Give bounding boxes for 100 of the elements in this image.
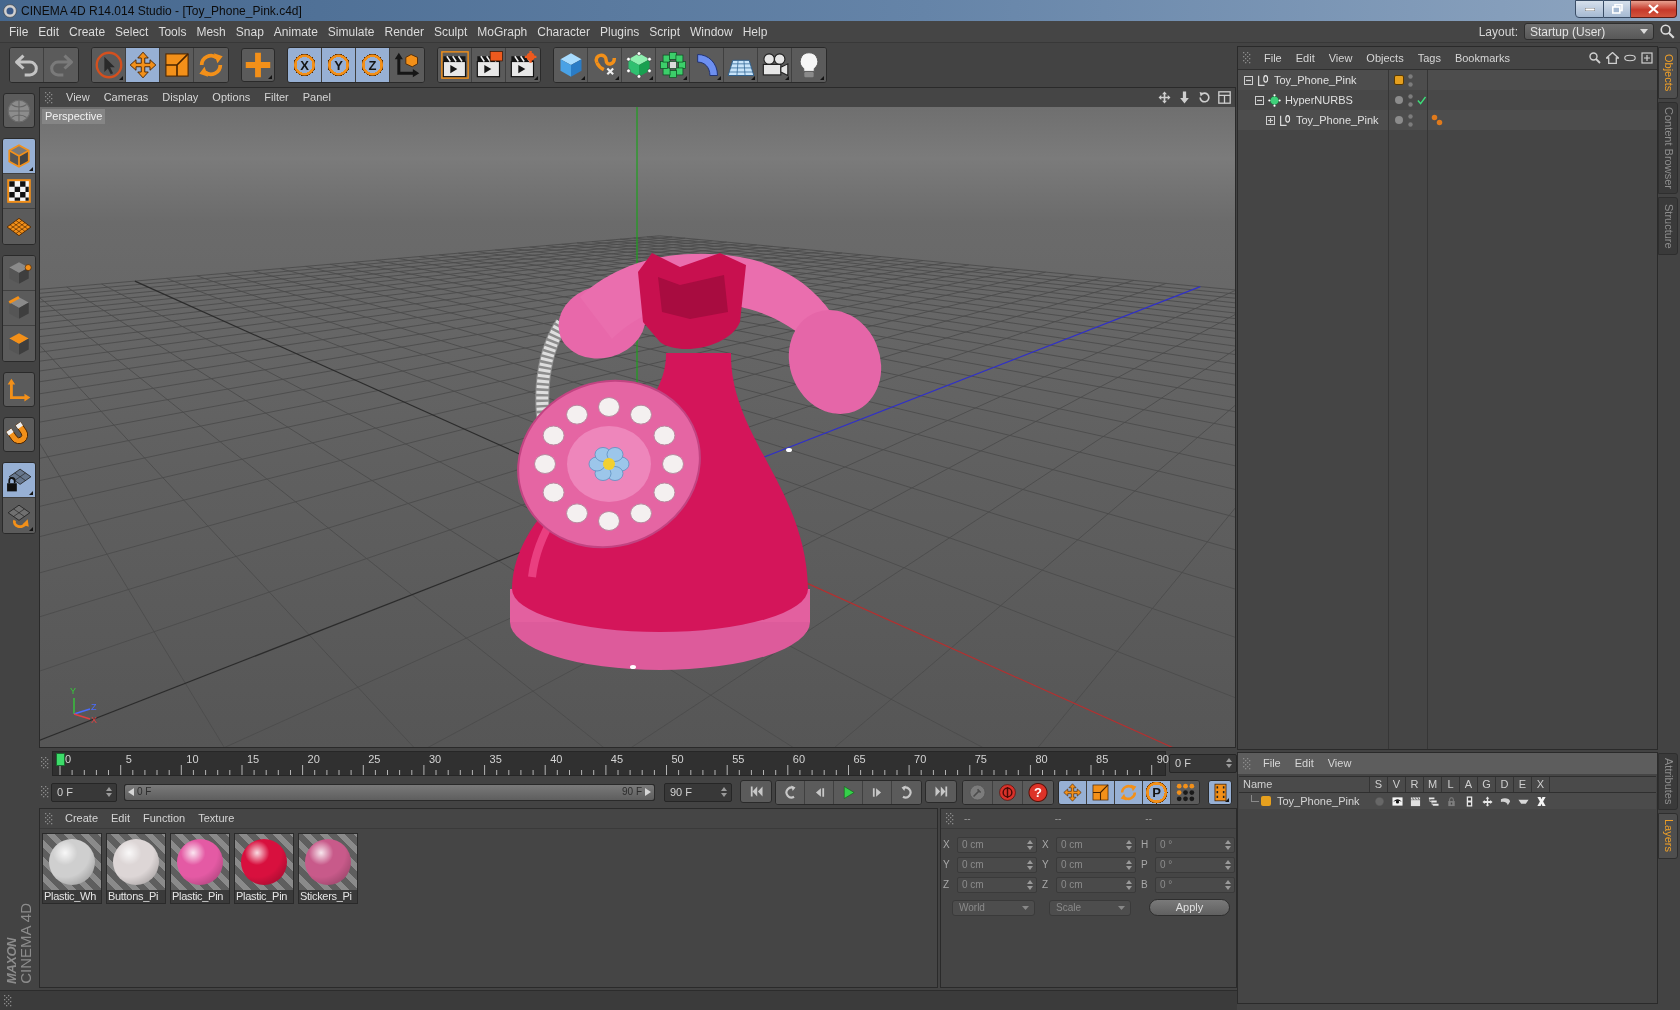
cross-icon[interactable] xyxy=(1535,795,1547,807)
layout-icon[interactable] xyxy=(1218,91,1231,104)
axis-button[interactable]: X xyxy=(288,48,322,82)
menu-item[interactable]: Animate xyxy=(268,25,323,38)
viewport-menu-item[interactable]: Panel xyxy=(302,92,331,103)
column-header[interactable]: G xyxy=(1478,777,1496,792)
viewport-menu-item[interactable]: Cameras xyxy=(103,92,149,103)
minimize-button[interactable] xyxy=(1575,0,1604,18)
layer-swatch-icon[interactable] xyxy=(1261,796,1271,806)
arrow-left-icon[interactable] xyxy=(128,788,134,796)
side-tab[interactable]: Content Browser xyxy=(1658,102,1678,194)
material-item[interactable]: Plastic_Wh xyxy=(42,833,102,904)
material-item[interactable]: Buttons_Pi xyxy=(106,833,166,904)
undo-button[interactable] xyxy=(10,48,44,82)
side-tab[interactable]: Objects xyxy=(1658,47,1678,99)
down-arrow-icon[interactable] xyxy=(1178,91,1191,104)
column-header[interactable]: M xyxy=(1424,777,1442,792)
object-menu-item[interactable]: Edit xyxy=(1295,52,1315,64)
clapperboard-icon[interactable] xyxy=(1409,795,1421,807)
menu-item[interactable]: Character xyxy=(532,25,595,38)
material-menu-item[interactable]: Function xyxy=(143,813,186,824)
tree-toggle-icon[interactable] xyxy=(1244,75,1253,85)
visibility-dots-icon[interactable] xyxy=(1408,73,1413,87)
record-key-button[interactable] xyxy=(963,780,993,804)
make-editable-button[interactable] xyxy=(3,93,35,128)
menu-item[interactable]: Help xyxy=(737,25,773,38)
spinner-arrows-icon[interactable] xyxy=(1126,860,1132,870)
object-menu-item[interactable]: Tags xyxy=(1417,52,1441,64)
move-button[interactable] xyxy=(126,48,160,82)
arrow-right-icon[interactable] xyxy=(645,788,651,796)
current-frame-field[interactable]: 0 F xyxy=(1169,753,1237,773)
material-menu-item[interactable]: Edit xyxy=(111,813,130,824)
spinner-arrows-icon[interactable] xyxy=(1225,840,1231,850)
spinner-arrows-icon[interactable] xyxy=(721,787,727,797)
viewport-menu-item[interactable]: View xyxy=(66,92,90,103)
viewport-menu-item[interactable]: Display xyxy=(162,92,199,103)
axis-mode-button[interactable] xyxy=(3,372,35,407)
first-button[interactable] xyxy=(740,779,772,803)
layout-dropdown[interactable]: Startup (User) xyxy=(1524,23,1654,40)
menu-item[interactable]: Script xyxy=(644,25,685,38)
object-row[interactable]: Toy_Phone_Pink xyxy=(1238,110,1657,130)
object-menu-item[interactable]: File xyxy=(1264,52,1282,64)
material-menu-item[interactable]: Texture xyxy=(198,813,235,824)
menu-item[interactable]: Tools xyxy=(153,25,192,38)
spinner-arrows-icon[interactable] xyxy=(1126,880,1132,890)
menu-item[interactable]: Edit xyxy=(33,25,65,38)
object-row[interactable]: Toy_Phone_Pink xyxy=(1238,70,1657,90)
start-frame-field[interactable]: 0 F xyxy=(51,782,117,802)
timeline-button[interactable] xyxy=(1208,779,1232,805)
model-button[interactable] xyxy=(3,139,35,174)
layer-menu-item[interactable]: View xyxy=(1327,758,1352,769)
spinner-arrows-icon[interactable] xyxy=(1225,880,1231,890)
prev-key-button[interactable] xyxy=(776,780,805,804)
playhead-marker[interactable] xyxy=(56,752,65,766)
workplane-lock-button[interactable] xyxy=(3,463,35,498)
move-arrows-icon[interactable] xyxy=(1158,91,1171,104)
search-icon[interactable] xyxy=(1660,24,1675,39)
spinner-arrows-icon[interactable] xyxy=(1027,840,1033,850)
close-button[interactable] xyxy=(1631,0,1677,18)
spinner-arrows-icon[interactable] xyxy=(1225,860,1231,870)
column-header[interactable]: R xyxy=(1406,777,1424,792)
rotate-icon[interactable] xyxy=(1198,91,1211,104)
cube-button[interactable] xyxy=(554,48,588,82)
axis-button[interactable]: Y xyxy=(322,48,356,82)
restore-button[interactable] xyxy=(1604,0,1631,18)
column-header[interactable]: V xyxy=(1388,777,1406,792)
visibility-dots-icon[interactable] xyxy=(1408,93,1413,107)
spinner-arrows-icon[interactable] xyxy=(1126,840,1132,850)
last-tool-button[interactable] xyxy=(241,48,275,82)
end-frame-field[interactable]: 90 F xyxy=(664,782,732,802)
side-tab[interactable]: Layers xyxy=(1658,813,1678,859)
spinner-arrows-icon[interactable] xyxy=(1027,880,1033,890)
side-tab[interactable]: Structure xyxy=(1658,197,1678,255)
new-window-icon[interactable] xyxy=(1641,52,1653,64)
menu-item[interactable]: Render xyxy=(379,25,429,38)
menu-item[interactable]: File xyxy=(4,25,34,38)
diamond-arrows-icon[interactable] xyxy=(1481,795,1493,807)
menu-item[interactable]: Plugins xyxy=(594,25,645,38)
rotation-button[interactable] xyxy=(1115,780,1143,804)
menu-item[interactable]: Sculpt xyxy=(428,25,473,38)
apply-button[interactable]: Apply xyxy=(1149,899,1230,916)
dot-icon[interactable] xyxy=(1373,795,1385,807)
viewport-menu-item[interactable]: Options xyxy=(212,92,251,103)
hierarchy-icon[interactable] xyxy=(1427,795,1439,807)
snap-button[interactable] xyxy=(3,417,35,452)
layer-menu-item[interactable]: Edit xyxy=(1294,758,1314,769)
material-menu-item[interactable]: Create xyxy=(65,813,99,824)
select-button[interactable] xyxy=(92,48,126,82)
layer-swatch-icon[interactable] xyxy=(1394,75,1404,85)
tree-toggle-icon[interactable] xyxy=(1255,95,1264,105)
material-item[interactable]: Plastic_Pin xyxy=(170,833,230,904)
render-view-button[interactable] xyxy=(438,48,472,82)
home-icon[interactable] xyxy=(1606,52,1619,64)
scale-button[interactable] xyxy=(1087,780,1115,804)
axis-button[interactable]: Z xyxy=(356,48,390,82)
material-tag-icon[interactable] xyxy=(1431,114,1443,126)
material-item[interactable]: Plastic_Pin xyxy=(234,833,294,904)
spinner-arrows-icon[interactable] xyxy=(1027,860,1033,870)
spinner-arrows-icon[interactable] xyxy=(106,787,112,797)
menu-item[interactable]: MoGraph xyxy=(472,25,533,38)
